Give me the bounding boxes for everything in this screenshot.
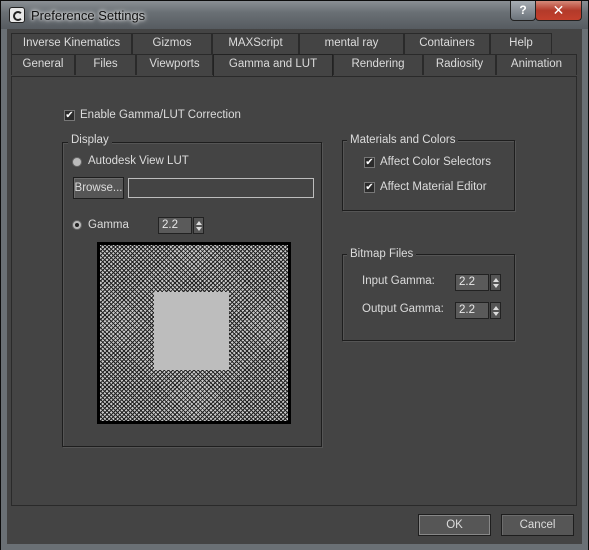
affect-color-selectors-label: Affect Color Selectors — [380, 156, 492, 168]
display-group-label: Display — [68, 134, 112, 146]
enable-gamma-label: Enable Gamma/LUT Correction — [80, 109, 241, 121]
enable-gamma-checkbox[interactable]: ✔ — [64, 110, 75, 121]
materials-colors-group — [342, 140, 515, 211]
gamma-radio[interactable] — [72, 220, 82, 230]
ok-button[interactable]: OK — [418, 514, 491, 536]
tab-containers[interactable]: Containers — [404, 33, 490, 54]
tab-help[interactable]: Help — [490, 33, 552, 54]
spinner-down-icon[interactable] — [493, 284, 499, 288]
help-button[interactable]: ? — [510, 1, 536, 21]
tab-maxscript[interactable]: MAXScript — [212, 33, 299, 54]
window-frame-bottom — [1, 544, 588, 550]
affect-material-editor-checkbox[interactable]: ✔ — [364, 182, 375, 193]
output-gamma-spinner-arrows[interactable] — [490, 302, 501, 319]
tab-radiosity[interactable]: Radiosity — [423, 54, 496, 75]
bitmap-files-group — [342, 254, 515, 341]
spinner-up-icon[interactable] — [493, 306, 499, 310]
affect-material-editor-label: Affect Material Editor — [380, 181, 487, 193]
title-bar[interactable]: Preference Settings ? ✕ — [1, 1, 588, 29]
app-logo-icon — [9, 7, 25, 23]
window-title: Preference Settings — [31, 8, 146, 23]
preference-settings-window: Preference Settings ? ✕ Inverse Kinemati… — [0, 0, 589, 550]
spinner-up-icon[interactable] — [196, 221, 202, 225]
output-gamma-value[interactable]: 2.2 — [455, 302, 489, 319]
tab-gizmos[interactable]: Gizmos — [132, 33, 212, 54]
autodesk-lut-radio[interactable] — [72, 157, 82, 167]
tab-mental-ray[interactable]: mental ray — [299, 33, 404, 54]
output-gamma-label: Output Gamma: — [362, 303, 444, 315]
spinner-down-icon[interactable] — [493, 312, 499, 316]
input-gamma-value[interactable]: 2.2 — [455, 274, 489, 291]
tab-rendering[interactable]: Rendering — [333, 54, 423, 75]
tab-files[interactable]: Files — [75, 54, 136, 75]
close-button[interactable]: ✕ — [535, 1, 582, 21]
tab-viewports[interactable]: Viewports — [136, 54, 213, 75]
tab-general[interactable]: General — [11, 54, 75, 75]
affect-color-selectors-checkbox[interactable]: ✔ — [364, 157, 375, 168]
tab-gamma-and-lut[interactable]: Gamma and LUT — [213, 54, 333, 76]
gamma-value[interactable]: 2.2 — [158, 217, 192, 234]
spinner-down-icon[interactable] — [196, 227, 202, 231]
input-gamma-spinner-arrows[interactable] — [490, 274, 501, 291]
gamma-preview — [97, 242, 291, 424]
window-frame-right — [582, 29, 588, 545]
spinner-up-icon[interactable] — [493, 278, 499, 282]
tab-animation[interactable]: Animation — [496, 54, 577, 75]
cancel-button[interactable]: Cancel — [501, 514, 574, 536]
gamma-spinner-arrows[interactable] — [193, 217, 204, 234]
dialog-client-area: Inverse Kinematics Gizmos MAXScript ment… — [7, 29, 582, 544]
gamma-label: Gamma — [88, 219, 129, 231]
bitmap-files-label: Bitmap Files — [347, 248, 417, 260]
input-gamma-label: Input Gamma: — [362, 275, 435, 287]
gamma-gray-swatch — [154, 292, 229, 370]
browse-button[interactable]: Browse... — [73, 177, 124, 199]
lut-path-field[interactable] — [128, 178, 314, 198]
autodesk-lut-label: Autodesk View LUT — [88, 155, 189, 167]
tab-inverse-kinematics[interactable]: Inverse Kinematics — [11, 33, 132, 54]
materials-colors-label: Materials and Colors — [347, 134, 459, 146]
